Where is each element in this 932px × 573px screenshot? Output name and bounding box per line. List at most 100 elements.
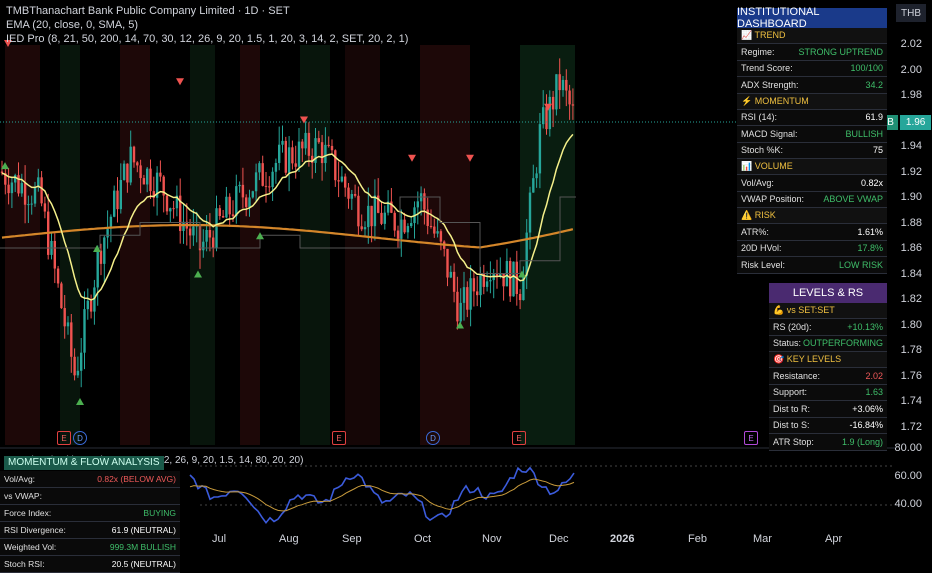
candle-body bbox=[396, 230, 400, 239]
flow-label: vs VWAP: bbox=[4, 491, 42, 501]
candle-body bbox=[248, 197, 251, 207]
candle-body bbox=[70, 322, 73, 357]
candle-body bbox=[225, 196, 228, 218]
candle-body bbox=[245, 197, 248, 207]
candle-body bbox=[304, 132, 307, 149]
candle-body bbox=[56, 268, 60, 284]
candle-body bbox=[532, 178, 535, 193]
dashboard-title: INSTITUTIONAL DASHBOARD bbox=[737, 6, 887, 30]
candle-body bbox=[149, 168, 152, 192]
candle-body bbox=[241, 184, 245, 198]
candle-body bbox=[205, 229, 208, 242]
time-tick: Sep bbox=[342, 533, 362, 545]
currency-label[interactable]: THB bbox=[896, 4, 926, 22]
dividend-event[interactable]: D bbox=[73, 431, 87, 445]
section-header: 📊 VOLUME bbox=[737, 159, 887, 175]
candle-body bbox=[66, 322, 70, 327]
candle-body bbox=[274, 162, 278, 172]
section-header: 💪 vs SET:SET bbox=[769, 303, 887, 319]
candle-body bbox=[165, 195, 169, 212]
candle-body bbox=[479, 273, 482, 296]
candle-body bbox=[535, 173, 538, 179]
metric-row: ADX Strength: 34.2 bbox=[737, 77, 887, 94]
candle-body bbox=[228, 196, 231, 215]
metric-label: Support: bbox=[773, 387, 808, 398]
candle-body bbox=[485, 281, 489, 287]
candle-body bbox=[512, 261, 515, 297]
metric-label: ADX Strength: bbox=[741, 79, 799, 90]
candle-body bbox=[14, 175, 17, 183]
metric-value: LOW RISK bbox=[838, 259, 883, 270]
candle-body bbox=[99, 250, 103, 264]
earnings-event[interactable]: E bbox=[744, 431, 758, 445]
candle-body bbox=[469, 278, 472, 310]
candle-body bbox=[380, 212, 383, 224]
price-tick: 1.94 bbox=[900, 140, 922, 152]
candle-body bbox=[344, 176, 347, 188]
candle-body bbox=[33, 187, 37, 204]
candle-body bbox=[63, 308, 66, 327]
candle-body bbox=[307, 132, 311, 156]
metric-label: Status: bbox=[773, 338, 802, 349]
candle-body bbox=[551, 96, 555, 110]
time-tick: Oct bbox=[414, 533, 432, 545]
price-tick: 1.90 bbox=[900, 191, 922, 203]
candle-body bbox=[452, 271, 456, 292]
signal-band bbox=[60, 45, 80, 445]
candle-body bbox=[218, 208, 221, 216]
earnings-event[interactable]: E bbox=[512, 431, 526, 445]
flow-tick: 60.00 bbox=[894, 470, 922, 482]
candle-body bbox=[268, 186, 271, 188]
candle-body bbox=[251, 191, 254, 198]
metric-value: +10.13% bbox=[847, 321, 883, 332]
earnings-event[interactable]: E bbox=[332, 431, 346, 445]
chart-title: TMBThanachart Bank Public Company Limite… bbox=[6, 5, 290, 17]
candle-body bbox=[301, 141, 304, 149]
time-tick: Nov bbox=[482, 533, 502, 545]
candle-body bbox=[142, 178, 146, 185]
candle-body bbox=[476, 291, 479, 296]
candle-body bbox=[96, 250, 99, 288]
metric-row: Dist to S: -16.84% bbox=[769, 418, 887, 434]
flow-label: Weighted Vol: bbox=[4, 542, 57, 552]
signal-band bbox=[240, 45, 260, 445]
candle-body bbox=[347, 187, 350, 199]
candle-body bbox=[208, 229, 212, 238]
price-tick: 1.92 bbox=[900, 165, 922, 178]
candle-body bbox=[261, 163, 264, 186]
section-header: ⚠️ RISK bbox=[737, 208, 887, 224]
metric-value: BULLISH bbox=[845, 128, 883, 139]
metric-row: Regime: STRONG UPTREND bbox=[737, 44, 887, 61]
metric-label: RS (20d): bbox=[773, 321, 812, 332]
candle-body bbox=[462, 287, 466, 303]
price-tick: 1.86 bbox=[900, 242, 922, 254]
candle-body bbox=[327, 144, 330, 146]
earnings-event[interactable]: E bbox=[57, 431, 71, 445]
candle-body bbox=[565, 79, 568, 91]
candle-body bbox=[60, 283, 63, 309]
flow-value: 999.3M BULLISH bbox=[109, 542, 176, 552]
candle-body bbox=[433, 226, 436, 234]
time-tick: Dec bbox=[549, 533, 569, 545]
candle-body bbox=[113, 190, 116, 217]
metric-value: 1.9 (Long) bbox=[841, 436, 883, 447]
flow-label: RSI Divergence: bbox=[4, 525, 66, 535]
candle-body bbox=[89, 300, 93, 312]
ema-legend[interactable]: EMA (20, close, 0, SMA, 5) bbox=[6, 18, 138, 32]
metric-value: 61.9 bbox=[865, 112, 883, 123]
metric-row: Resistance: 2.02 bbox=[769, 368, 887, 385]
candle-body bbox=[103, 237, 106, 264]
candle-body bbox=[410, 223, 413, 227]
dividend-event[interactable]: D bbox=[426, 431, 440, 445]
metric-value: 0.82x bbox=[860, 177, 883, 188]
ied-legend[interactable]: IED Pro (8, 21, 50, 200, 14, 70, 30, 12,… bbox=[6, 32, 408, 46]
metric-label: Resistance: bbox=[773, 370, 821, 381]
metric-value: ABOVE VWAP bbox=[823, 194, 883, 205]
levels-title: LEVELS & RS bbox=[769, 283, 887, 303]
metric-row: ATR Stop: 1.9 (Long) bbox=[769, 434, 887, 451]
metric-value: 1.63 bbox=[865, 387, 883, 398]
metric-label: Regime: bbox=[741, 46, 775, 57]
candle-body bbox=[80, 352, 83, 371]
metric-row: Stoch %K: 75 bbox=[737, 143, 887, 159]
flow-label: Force Index: bbox=[4, 508, 52, 518]
